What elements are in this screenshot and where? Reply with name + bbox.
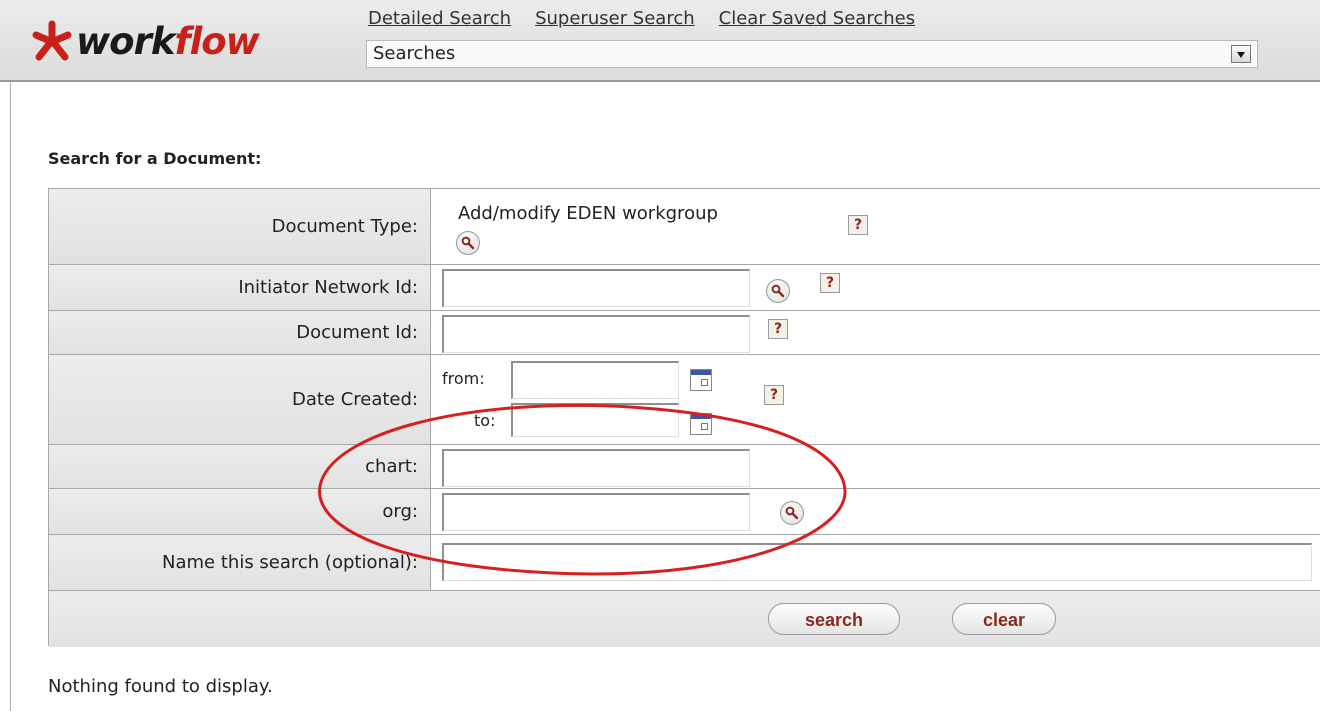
document-search-form: Document Type: Add/modify EDEN workgroup… xyxy=(48,188,1320,647)
row-org: org: xyxy=(49,489,1320,535)
clear-saved-searches-link[interactable]: Clear Saved Searches xyxy=(719,8,915,29)
chart-label: chart: xyxy=(49,445,431,488)
row-document-type: Document Type: Add/modify EDEN workgroup… xyxy=(49,189,1320,265)
initiator-label: Initiator Network Id: xyxy=(49,265,431,310)
result-message: Nothing found to display. xyxy=(48,676,273,697)
search-button[interactable]: search xyxy=(768,603,900,635)
logo-text-flow: flow xyxy=(174,19,259,63)
chart-input[interactable] xyxy=(442,449,750,487)
date-created-value-cell: from: to: ? xyxy=(432,355,1320,444)
date-from-input[interactable] xyxy=(511,361,679,399)
document-type-lookup-icon[interactable] xyxy=(456,231,480,255)
top-links: Detailed Search Superuser Search Clear S… xyxy=(368,8,915,29)
initiator-help-icon[interactable]: ? xyxy=(820,273,840,293)
clear-button[interactable]: clear xyxy=(952,603,1056,635)
workflow-logo[interactable]: workflow xyxy=(30,16,260,66)
date-created-label: Date Created: xyxy=(49,355,431,444)
chart-value-cell xyxy=(432,445,1320,488)
search-name-value-cell xyxy=(432,535,1320,590)
saved-searches-select[interactable]: Searches xyxy=(366,40,1258,68)
dropdown-arrow-icon[interactable] xyxy=(1231,45,1251,63)
document-id-input[interactable] xyxy=(442,315,750,353)
form-title: Search for a Document: xyxy=(48,149,262,168)
row-chart: chart: xyxy=(49,445,1320,489)
initiator-lookup-icon[interactable] xyxy=(766,279,790,303)
row-search-name: Name this search (optional): xyxy=(49,535,1320,591)
document-id-value-cell: ? xyxy=(432,311,1320,354)
document-id-help-icon[interactable]: ? xyxy=(768,319,788,339)
document-type-label: Document Type: xyxy=(49,189,431,264)
org-input[interactable] xyxy=(442,493,750,531)
detailed-search-link[interactable]: Detailed Search xyxy=(368,8,511,29)
search-name-label: Name this search (optional): xyxy=(49,535,431,590)
date-from-label: from: xyxy=(442,369,485,388)
row-buttons: search clear xyxy=(49,591,1320,647)
date-from-calendar-icon[interactable] xyxy=(690,369,712,391)
date-created-help-icon[interactable]: ? xyxy=(764,385,784,405)
date-to-calendar-icon[interactable] xyxy=(690,413,712,435)
superuser-search-link[interactable]: Superuser Search xyxy=(535,8,695,29)
logo-text-work: work xyxy=(76,19,175,63)
asterisk-logo-icon xyxy=(32,20,72,61)
document-type-help-icon[interactable]: ? xyxy=(848,215,868,235)
document-type-value-cell: Add/modify EDEN workgroup ? xyxy=(432,189,1320,264)
row-document-id: Document Id: ? xyxy=(49,311,1320,355)
document-id-label: Document Id: xyxy=(49,311,431,354)
row-initiator: Initiator Network Id: ? xyxy=(49,265,1320,311)
org-label: org: xyxy=(49,489,431,534)
org-value-cell xyxy=(432,489,1320,534)
app-header: workflow Detailed Search Superuser Searc… xyxy=(0,0,1320,82)
row-date-created: Date Created: from: to: ? xyxy=(49,355,1320,445)
org-lookup-icon[interactable] xyxy=(780,501,804,525)
search-name-input[interactable] xyxy=(442,543,1312,581)
saved-searches-selected: Searches xyxy=(373,43,456,64)
initiator-input[interactable] xyxy=(442,269,750,307)
logo-text: workflow xyxy=(76,19,260,63)
left-rule xyxy=(10,82,11,711)
initiator-value-cell: ? xyxy=(432,265,1320,310)
date-to-input[interactable] xyxy=(511,403,679,437)
document-type-value: Add/modify EDEN workgroup xyxy=(458,203,718,224)
date-to-label: to: xyxy=(474,411,496,430)
